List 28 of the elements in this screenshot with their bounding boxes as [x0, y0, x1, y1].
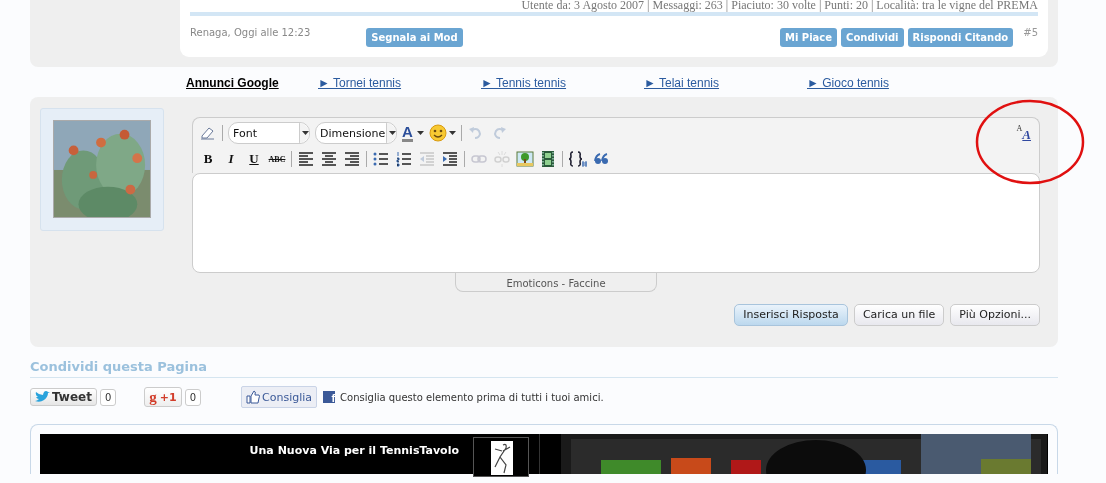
ad-link[interactable]: ► Gioco tennis — [807, 76, 970, 90]
form-button[interactable]: Più Opzioni... — [950, 304, 1040, 326]
recommend-button[interactable]: Consiglia — [241, 386, 318, 408]
author-time: Renaga, Oggi alle 12:23 — [190, 27, 311, 38]
post-number: #5 — [1023, 27, 1038, 38]
plus-one-button[interactable]: g +1 — [144, 387, 182, 407]
ad-link[interactable]: ► Tornei tennis — [318, 76, 481, 90]
user-info-text: Utente da: 3 Agosto 2007 | Messaggi: 263 | Piaciuto: 30 volte | Punti: 20 | Località: tra le vigne del PREMA — [520, 0, 1038, 11]
facebook-logo: f — [323, 391, 336, 403]
form-button[interactable]: Inserisci Risposta — [734, 304, 848, 326]
recommend-text: Consiglia questo elemento prima di tutti i tuoi amici. — [340, 391, 604, 403]
banner-title: Una Nuova Via per il TennisTavolo — [249, 444, 459, 459]
share-count: 0 — [184, 388, 202, 406]
form-button[interactable]: Carica un file — [853, 304, 945, 326]
ads-label[interactable]: Annunci Google — [186, 76, 318, 90]
italic-button[interactable]: I — [222, 151, 240, 167]
tweet-button[interactable]: Tweet — [30, 388, 97, 406]
select-field[interactable]: Dimensione — [315, 122, 397, 144]
select-field[interactable]: Font — [228, 122, 310, 144]
ad-link[interactable]: ► Tennis tennis — [481, 76, 644, 90]
strikethrough-button[interactable]: ABC — [268, 154, 286, 164]
font-color-button[interactable]: A — [402, 124, 424, 142]
bold-button[interactable]: B — [199, 151, 217, 167]
underline-button[interactable]: U — [245, 151, 263, 167]
emoticons-tab[interactable]: Emoticons - Faccine — [455, 273, 657, 292]
share-count: 0 — [99, 388, 117, 406]
ad-link[interactable]: ► Telai tennis — [644, 76, 807, 90]
section-title: Condividi questa Pagina — [30, 359, 1058, 378]
